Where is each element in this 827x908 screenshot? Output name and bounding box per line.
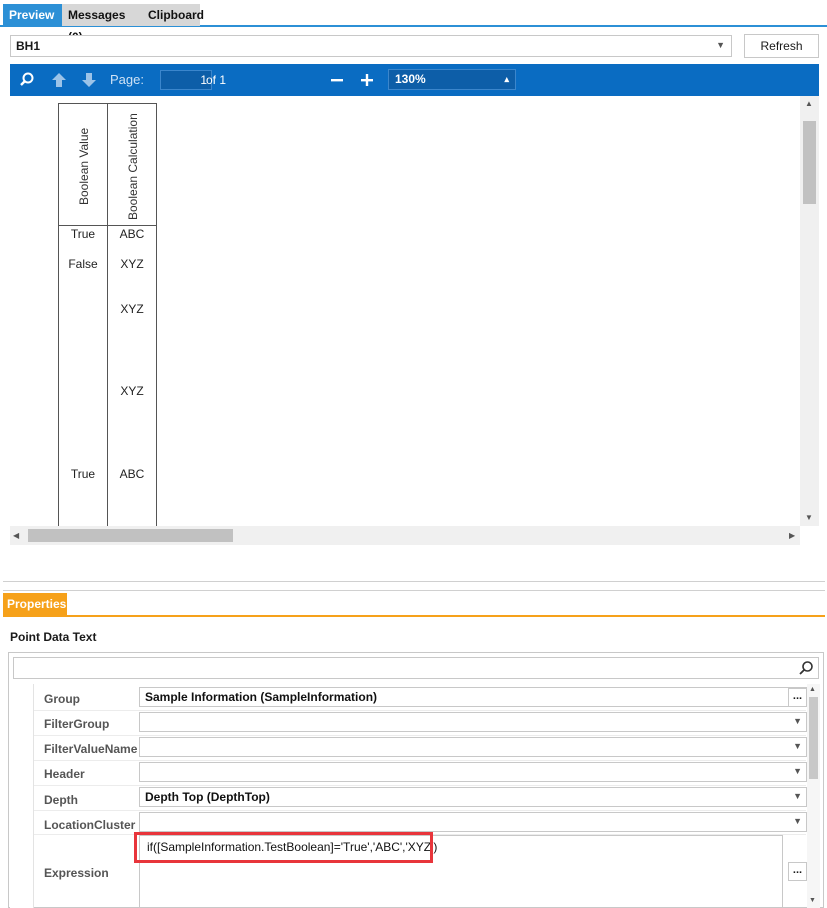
property-search-input[interactable] <box>13 657 819 679</box>
report-selector-dropdown[interactable]: BH1 ▼ <box>10 35 732 57</box>
column-header-boolean-calculation: Boolean Calculation <box>126 113 140 220</box>
chevron-down-icon: ▼ <box>793 716 802 726</box>
tab-messages[interactable]: Messages (0) <box>62 4 142 44</box>
chevron-down-icon: ▼ <box>793 791 802 801</box>
zoom-select[interactable]: 130% ▴▾ <box>388 69 516 103</box>
table-header-divider <box>58 225 157 226</box>
zoom-out-icon[interactable] <box>328 71 346 89</box>
property-label-group: Group <box>44 692 80 706</box>
property-field-locationcluster[interactable]: ▼ <box>139 812 807 832</box>
table-border-top <box>58 103 157 104</box>
row-divider <box>34 785 806 786</box>
document-tabs: Preview Messages (0) Clipboard <box>0 0 827 44</box>
column-header-boolean-value: Boolean Value <box>77 127 91 205</box>
horizontal-scroll-thumb[interactable] <box>28 529 233 542</box>
property-grid-gutter <box>10 684 34 908</box>
row-divider <box>34 760 806 761</box>
scroll-down-icon[interactable]: ▼ <box>805 513 813 522</box>
property-field-filtervaluename[interactable]: ▼ <box>139 737 807 757</box>
property-field-filtergroup[interactable]: ▼ <box>139 712 807 732</box>
scroll-left-icon[interactable]: ◀ <box>13 531 19 540</box>
chevron-down-icon: ▼ <box>793 816 802 826</box>
properties-scroll-thumb[interactable] <box>809 697 818 779</box>
table-cell: True <box>70 467 96 481</box>
refresh-button[interactable]: Refresh <box>744 34 819 58</box>
page-total: of 1 <box>206 73 227 87</box>
property-label-locationcluster: LocationCluster <box>44 818 136 832</box>
table-cell: True <box>70 227 96 241</box>
row-divider <box>34 735 806 736</box>
property-label-filtervaluename: FilterValueName <box>44 742 138 756</box>
page-label: Page: <box>110 72 144 87</box>
chevron-down-icon: ▼ <box>793 766 802 776</box>
divider <box>3 581 825 582</box>
table-cell: False <box>68 257 98 271</box>
table-cell: ABC <box>119 227 145 241</box>
properties-title: Point Data Text <box>10 630 97 644</box>
table-border-right <box>156 103 157 526</box>
page-number-input[interactable]: 1 <box>160 70 212 90</box>
scroll-up-icon[interactable]: ▲ <box>809 686 816 693</box>
viewer-toolbar: Page: 1 of 1 130% ▴▾ <box>10 64 819 103</box>
table-cell: XYZ <box>120 384 144 398</box>
tab-properties[interactable]: Properties <box>3 593 67 615</box>
scroll-down-icon[interactable]: ▼ <box>809 897 816 904</box>
property-label-header: Header <box>44 767 85 781</box>
tab-preview[interactable]: Preview <box>3 4 62 26</box>
group-ellipsis-button[interactable]: ... <box>788 688 807 707</box>
chevron-down-icon: ▼ <box>716 40 725 50</box>
property-label-filtergroup: FilterGroup <box>44 717 110 731</box>
property-label-expression: Expression <box>44 866 109 880</box>
page-down-arrow-icon[interactable] <box>80 71 98 89</box>
zoom-value: 130% <box>395 72 426 86</box>
table-border-left <box>58 103 59 526</box>
property-label-depth: Depth <box>44 793 78 807</box>
property-value: Depth Top (DepthTop) <box>145 790 270 804</box>
expression-highlight-box <box>134 832 433 863</box>
property-field-header[interactable]: ▼ <box>139 762 807 782</box>
table-cell: XYZ <box>120 302 144 316</box>
tab-clipboard[interactable]: Clipboard <box>142 4 204 26</box>
property-field-group[interactable]: Sample Information (SampleInformation) ▼ <box>139 687 807 707</box>
scroll-up-icon[interactable]: ▲ <box>805 99 813 108</box>
scroll-right-icon[interactable]: ▶ <box>789 531 795 540</box>
divider <box>3 590 825 591</box>
report-selector-value: BH1 <box>16 39 41 53</box>
expression-ellipsis-button[interactable]: ... <box>788 862 807 881</box>
vertical-scroll-thumb[interactable] <box>803 121 816 204</box>
row-divider <box>34 810 806 811</box>
search-icon[interactable] <box>798 660 814 676</box>
property-field-depth[interactable]: Depth Top (DepthTop) ▼ <box>139 787 807 807</box>
property-value: Sample Information (SampleInformation) <box>145 690 378 704</box>
table-cell: XYZ <box>120 257 144 271</box>
page-up-arrow-icon[interactable] <box>50 71 68 89</box>
row-divider <box>34 710 806 711</box>
chevron-down-icon: ▼ <box>793 741 802 751</box>
zoom-in-icon[interactable] <box>358 71 376 89</box>
table-cell: ABC <box>119 467 145 481</box>
properties-tab-underline <box>3 615 825 617</box>
search-icon[interactable] <box>18 71 36 89</box>
